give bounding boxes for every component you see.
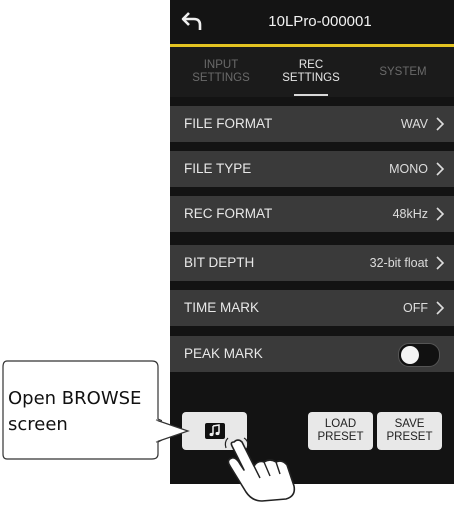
tab-rec-settings[interactable]: REC SETTINGS bbox=[264, 47, 358, 97]
peak-mark-toggle[interactable] bbox=[398, 343, 440, 367]
tab-system[interactable]: SYSTEM bbox=[356, 47, 450, 97]
chevron-right-icon bbox=[436, 162, 445, 176]
top-bar: 10LPro-000001 bbox=[170, 0, 454, 47]
back-arrow-icon[interactable] bbox=[180, 9, 204, 33]
chevron-right-icon bbox=[436, 117, 445, 131]
app-screen: 10LPro-000001 INPUT SETTINGS REC SETTING… bbox=[170, 0, 454, 484]
load-preset-button[interactable]: LOAD PRESET bbox=[308, 412, 373, 450]
row-label: PEAK MARK bbox=[184, 346, 263, 361]
row-value: 32-bit float bbox=[369, 256, 428, 270]
row-file-type[interactable]: FILE TYPE MONO bbox=[170, 151, 454, 187]
active-tab-indicator bbox=[294, 94, 328, 96]
chevron-right-icon bbox=[436, 301, 445, 315]
row-value: OFF bbox=[403, 301, 428, 315]
toggle-knob bbox=[401, 346, 419, 364]
row-peak-mark: PEAK MARK bbox=[170, 336, 454, 372]
save-preset-button[interactable]: SAVE PRESET bbox=[377, 412, 442, 450]
row-label: BIT DEPTH bbox=[184, 255, 255, 270]
chevron-right-icon bbox=[436, 207, 445, 221]
row-value: MONO bbox=[389, 162, 428, 176]
settings-tabs: INPUT SETTINGS REC SETTINGS SYSTEM bbox=[170, 47, 454, 97]
chevron-right-icon bbox=[436, 256, 445, 270]
instruction-figure: 10LPro-000001 INPUT SETTINGS REC SETTING… bbox=[0, 0, 454, 506]
tab-input-settings[interactable]: INPUT SETTINGS bbox=[174, 47, 268, 97]
row-label: FILE FORMAT bbox=[184, 116, 273, 131]
row-value: 48kHz bbox=[392, 207, 428, 221]
row-bit-depth[interactable]: BIT DEPTH 32-bit float bbox=[170, 245, 454, 281]
device-name: 10LPro-000001 bbox=[268, 13, 372, 30]
row-value: WAV bbox=[400, 117, 428, 131]
row-time-mark[interactable]: TIME MARK OFF bbox=[170, 290, 454, 326]
row-label: TIME MARK bbox=[184, 300, 260, 315]
callout-text: Open BROWSE screen bbox=[8, 388, 142, 435]
row-file-format[interactable]: FILE FORMAT WAV bbox=[170, 106, 454, 142]
row-rec-format[interactable]: REC FORMAT 48kHz bbox=[170, 196, 454, 232]
row-label: REC FORMAT bbox=[184, 206, 273, 221]
tapping-hand-icon bbox=[224, 437, 296, 502]
row-label: FILE TYPE bbox=[184, 161, 252, 176]
